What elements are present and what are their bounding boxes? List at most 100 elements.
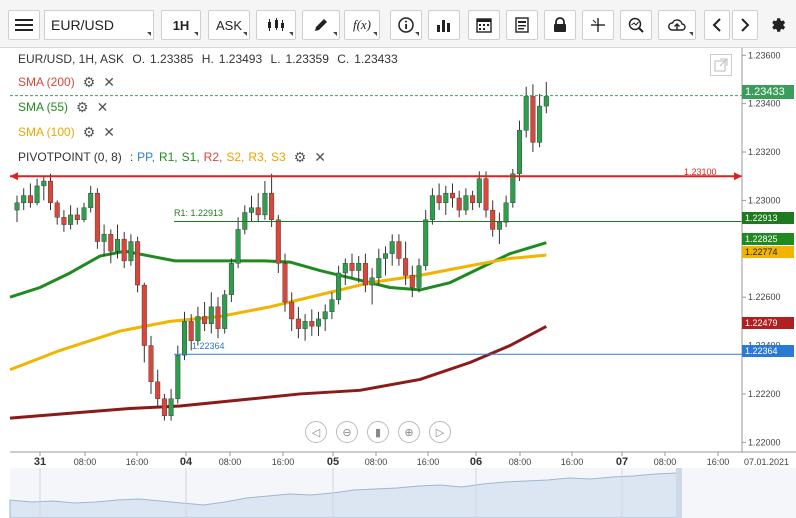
price-tick-label: 1.23400 [748, 99, 781, 109]
price-chart[interactable]: 1.23600 1.23400 1.23200 1.23000 1.22600 1.224… [0, 0, 796, 518]
sma55-price-label: 1.22825 [742, 233, 794, 245]
pivot-separator: : [129, 150, 134, 164]
gear-icon[interactable]: ⚙ [76, 100, 89, 114]
time-tick-label: 16:00 [707, 457, 730, 467]
pp-chart-label: 1.22364 [192, 341, 225, 351]
candle-body [282, 263, 288, 303]
candle-body [269, 192, 275, 220]
candle-body [275, 219, 281, 264]
r1-price-label: 1.22913 [742, 212, 794, 224]
candle-body [21, 195, 27, 204]
candle-body [41, 180, 47, 187]
candle-body [336, 272, 342, 300]
ohlc-legend: EUR/USD, 1H, ASK O. 1.23385 H. 1.23493 L. 1… [18, 52, 403, 66]
candle-body [537, 105, 543, 143]
sma55-label: SMA (55) [18, 100, 69, 114]
candle-body [168, 398, 174, 416]
price-tick-label: 1.23200 [748, 147, 781, 157]
sma200-legend[interactable]: SMA (200) ⚙ ✕ [18, 75, 115, 89]
candle-body [54, 202, 60, 218]
candle-body [322, 311, 328, 320]
time-tick-label: 05 [327, 456, 339, 468]
pivot-r1: R1, [158, 150, 178, 164]
candle-body [34, 185, 40, 204]
gear-icon[interactable]: ⚙ [294, 150, 307, 164]
candle-body [88, 192, 94, 208]
price-tick-label: 1.22200 [748, 389, 781, 399]
horizontal-lines [10, 95, 742, 355]
candle-body [409, 275, 415, 288]
gear-icon[interactable]: ⚙ [83, 125, 96, 139]
candle-body [369, 277, 375, 286]
overview-navigator[interactable] [9, 468, 796, 518]
candle-body [543, 96, 549, 107]
candle-body [289, 301, 295, 320]
candle-body [356, 263, 362, 271]
high-label: H. [201, 52, 214, 66]
candle-body [222, 294, 228, 329]
pan-left-button[interactable]: ◁ [305, 421, 327, 443]
candle-body [503, 202, 509, 223]
price-tick-label: 1.22000 [748, 437, 781, 447]
sma55-legend[interactable]: SMA (55) ⚙ ✕ [18, 100, 108, 114]
hline-left-arrow [10, 172, 18, 181]
open-value: 1.23385 [150, 52, 194, 66]
candle-body [27, 195, 33, 204]
candle-body [74, 214, 80, 220]
hline-label: 1.23100 [684, 167, 717, 177]
candle-body [181, 321, 187, 356]
candle-body [443, 192, 449, 204]
expand-chart-button[interactable] [710, 54, 732, 76]
pivot-label: PIVOTPOINT (0, 8) [18, 150, 122, 164]
candle-body [496, 221, 502, 230]
expand-icon [714, 58, 728, 72]
zoom-in-icon: ⊕ [404, 426, 414, 439]
pivot-legend[interactable]: PIVOTPOINT (0, 8) : PP, R1, S1, R2, S2, … [18, 150, 326, 164]
candle-body [128, 241, 134, 262]
candle-body [61, 217, 67, 225]
close-icon[interactable]: ✕ [103, 125, 115, 139]
candle-body [302, 321, 308, 329]
chevron-left-icon: ◁ [311, 426, 321, 439]
candle-body [255, 207, 261, 216]
end-date-label: 07.01.2021 [744, 457, 789, 467]
high-value: 1.23493 [218, 52, 263, 66]
zoom-in-button[interactable]: ⊕ [398, 421, 420, 443]
candle-body [342, 263, 348, 274]
reset-button[interactable]: ▮ [367, 421, 389, 443]
close-icon[interactable]: ✕ [314, 150, 326, 164]
candle-body [235, 229, 241, 264]
price-tick-label: 1.23600 [748, 50, 781, 60]
time-tick-label: 06 [470, 456, 482, 468]
candle-body [329, 299, 335, 312]
time-tick-label: 07 [616, 456, 628, 468]
close-label: C. [337, 52, 350, 66]
time-tick-label: 04 [180, 456, 193, 468]
candle-body [423, 219, 429, 266]
candle-body [108, 234, 114, 252]
time-tick-label: 16:00 [561, 457, 584, 467]
chevron-right-icon: ▷ [435, 426, 445, 439]
time-tick-label: 08:00 [219, 457, 242, 467]
close-icon[interactable]: ✕ [103, 75, 115, 89]
hline-right-arrow [734, 172, 742, 181]
sma200-price-label: 1.22479 [742, 317, 794, 329]
time-tick-label: 08:00 [654, 457, 677, 467]
zoom-out-button[interactable]: ⊖ [336, 421, 358, 443]
reset-icon: ▮ [374, 426, 382, 439]
r1-chart-label: R1: 1.22913 [174, 208, 224, 218]
candle-body [188, 321, 194, 341]
candle-body [94, 192, 100, 242]
low-value: 1.23359 [285, 52, 329, 66]
zoom-out-icon: ⊖ [342, 426, 352, 439]
axes: 1.23600 1.23400 1.23200 1.23000 1.22600 1.224… [10, 48, 796, 468]
candle-body [530, 96, 536, 143]
pan-right-button[interactable]: ▷ [429, 421, 451, 443]
close-icon[interactable]: ✕ [97, 100, 109, 114]
legend-symbol: EUR/USD, 1H, ASK [18, 52, 125, 66]
sma100-legend[interactable]: SMA (100) ⚙ ✕ [18, 125, 115, 139]
gear-icon[interactable]: ⚙ [83, 75, 96, 89]
candle-body [135, 241, 141, 286]
candle-body [429, 195, 435, 220]
price-tick-label: 1.23000 [748, 195, 781, 205]
